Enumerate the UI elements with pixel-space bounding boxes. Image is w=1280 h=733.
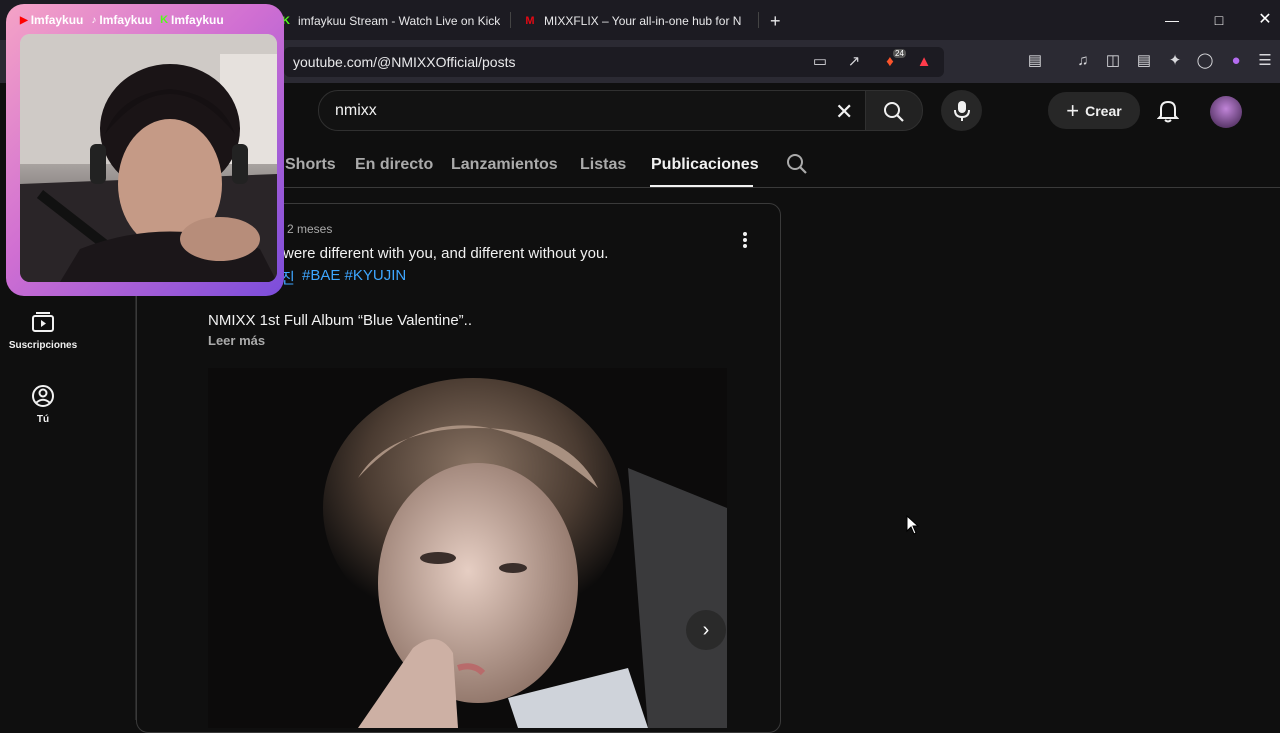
sidebar-item-subscriptions[interactable]: Suscripciones (0, 310, 86, 351)
tab-posts[interactable]: Publicaciones (651, 156, 759, 174)
search-query: nmixx (335, 102, 377, 119)
sidebar-item-you[interactable]: Tú (0, 384, 86, 425)
notifications-bell-icon[interactable] (1157, 99, 1179, 123)
sidebar-icon[interactable]: ◫ (1104, 52, 1122, 70)
mixxflix-icon: M (525, 15, 535, 27)
more-vert-icon (743, 232, 747, 248)
shields-badge: 24 (893, 49, 906, 58)
tab-releases[interactable]: Lanzamientos (451, 156, 558, 174)
read-more-link[interactable]: Leer más (208, 333, 265, 348)
tab-mixxflix[interactable]: M MIXXFLIX – Your all-in-one hub for N (524, 8, 746, 34)
tab-divider (758, 12, 759, 28)
tiktok-icon: ♪ (91, 14, 97, 26)
tiktok-handle: ♪ Imfaykuu (91, 13, 152, 27)
wallet-icon[interactable]: ▤ (1135, 52, 1153, 70)
leo-ai-icon[interactable]: ✦ (1166, 52, 1184, 70)
music-icon[interactable]: ♫ (1074, 52, 1092, 70)
post-menu-button[interactable] (737, 230, 753, 250)
avatar[interactable] (1210, 96, 1242, 128)
webcam-feed (20, 34, 277, 282)
post-text: were different with you, and different w… (283, 245, 609, 262)
tab-label: MIXXFLIX – Your all-in-one hub for N (544, 14, 742, 28)
post-image-art (208, 368, 727, 728)
tab-playlists[interactable]: Listas (580, 156, 626, 174)
share-icon[interactable]: ↗ (845, 53, 863, 71)
channel-search-icon[interactable] (786, 153, 808, 175)
create-label: Crear (1085, 102, 1122, 119)
new-tab-button[interactable]: + (770, 8, 781, 34)
social-handles: ▶ Imfaykuu ♪ Imfaykuu K Imfaykuu (20, 10, 224, 30)
cast-icon[interactable]: ▭ (811, 53, 829, 71)
active-tab-indicator (650, 185, 753, 187)
post-image[interactable]: › (208, 368, 727, 728)
address-bar[interactable]: youtube.com/@NMIXXOfficial/posts ▭ ↗ ♦ 2… (284, 47, 944, 77)
streamer-video (20, 34, 277, 282)
tab-label: imfaykuu Stream - Watch Live on Kick (297, 14, 500, 28)
kick-icon: K (160, 14, 169, 26)
handle-text: Imfaykuu (30, 13, 84, 27)
search-input[interactable]: nmixx ✕ (318, 90, 866, 131)
next-image-button[interactable]: › (686, 610, 726, 650)
subscriptions-icon (32, 312, 54, 332)
chevron-right-icon: › (702, 618, 710, 641)
youtube-handle: ▶ Imfaykuu (20, 13, 83, 27)
tab-divider (510, 12, 511, 28)
create-button[interactable]: + Crear (1048, 92, 1140, 129)
mouse-cursor-icon (906, 515, 920, 535)
maximize-icon[interactable]: □ (1205, 8, 1233, 32)
post-time: 2 meses (287, 222, 333, 236)
tabs-divider (280, 187, 1280, 188)
youtube-icon: ▶ (20, 14, 28, 26)
vpn-icon[interactable]: ◯ (1196, 52, 1214, 70)
kick-handle: K Imfaykuu (160, 13, 224, 27)
minimize-icon[interactable]: — (1158, 8, 1186, 32)
voice-search-button[interactable] (941, 90, 982, 131)
brave-rewards-icon[interactable]: ▲ (915, 53, 933, 71)
sidebar-item-label: Suscripciones (8, 340, 78, 351)
search-button[interactable] (865, 90, 923, 131)
profile-icon[interactable]: ● (1227, 52, 1245, 70)
handle-text: Imfaykuu (99, 13, 153, 27)
clear-search-icon[interactable]: ✕ (835, 99, 853, 125)
post-hashtags[interactable]: #BAE #KYUJIN (302, 267, 406, 284)
plus-icon: + (1066, 97, 1080, 123)
tab-kick-stream[interactable]: K imfaykuu Stream - Watch Live on Kick (282, 8, 500, 34)
post-album-title: NMIXX 1st Full Album “Blue Valentine”.. (208, 312, 472, 329)
url-text: youtube.com/@NMIXXOfficial/posts (293, 54, 516, 70)
handle-text: Imfaykuu (171, 13, 224, 27)
search-icon (884, 102, 904, 122)
menu-icon[interactable]: ☰ (1256, 52, 1274, 70)
microphone-icon (954, 101, 970, 121)
webcam-overlay: ▶ Imfaykuu ♪ Imfaykuu K Imfaykuu (6, 4, 284, 296)
sidebar-item-label: Tú (36, 414, 50, 425)
reader-mode-icon[interactable]: ▤ (1026, 52, 1044, 70)
close-window-icon[interactable]: ✕ (1251, 8, 1279, 32)
tab-live[interactable]: En directo (355, 156, 433, 174)
tab-shorts[interactable]: Shorts (285, 156, 336, 174)
account-icon (32, 385, 54, 407)
